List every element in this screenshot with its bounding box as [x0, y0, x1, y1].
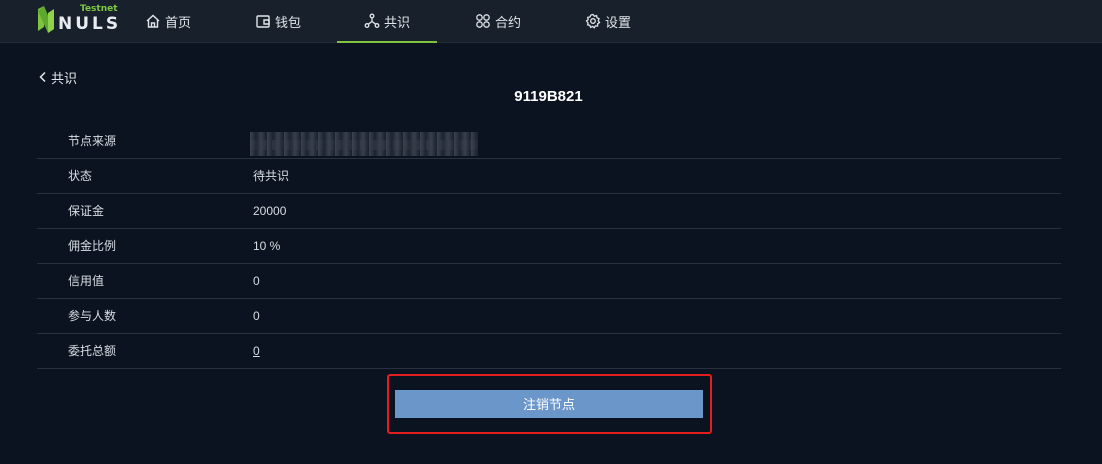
contract-icon	[476, 14, 490, 28]
nav-consensus-label: 共识	[383, 15, 410, 31]
nav-contract-label: 合约	[494, 15, 521, 31]
nav-home[interactable]: 首页	[138, 0, 198, 42]
info-label: 信用值	[68, 274, 105, 288]
info-label: 佣金比例	[68, 239, 117, 253]
node-title: 9119B821	[514, 88, 583, 105]
info-label: 节点来源	[68, 134, 117, 148]
nav-consensus[interactable]: 共识	[337, 0, 437, 43]
info-label: 参与人数	[68, 309, 117, 323]
chevron-left-icon	[39, 71, 46, 83]
info-value: 20000	[253, 204, 287, 218]
back-link[interactable]: 共识	[38, 67, 77, 87]
nav-contract[interactable]: 合约	[468, 0, 528, 42]
info-row-credit: 信用值 0	[37, 264, 1061, 299]
info-value: 0	[253, 274, 260, 288]
nav-wallet[interactable]: 钱包	[247, 0, 309, 42]
info-value: 待共识	[253, 169, 290, 183]
settings-icon	[585, 13, 601, 29]
home-icon	[146, 14, 160, 28]
back-link-label: 共识	[51, 71, 78, 87]
wallet-icon	[256, 15, 270, 28]
nav-wallet-label: 钱包	[274, 15, 301, 31]
unregister-node-button[interactable]: 注销节点	[395, 390, 703, 418]
top-navbar: NULS Testnet 首页 钱包 共识 合约 设置	[0, 0, 1102, 43]
info-row-deposit: 保证金 20000	[37, 194, 1061, 229]
info-row-source: 节点来源	[37, 124, 1061, 159]
nuls-logo[interactable]: NULS Testnet	[36, 4, 118, 37]
info-row-status: 状态 待共识	[37, 159, 1061, 194]
info-label: 委托总额	[68, 344, 117, 358]
total-delegation-link[interactable]: 0	[253, 334, 260, 368]
info-value: 10 %	[253, 239, 281, 253]
nav-home-label: 首页	[164, 15, 191, 31]
info-row-commission: 佣金比例 10 %	[37, 229, 1061, 264]
testnet-badge: Testnet	[80, 4, 118, 14]
nav-settings-label: 设置	[604, 15, 631, 31]
node-info-table: 节点来源 状态 待共识 保证金 20000 佣金比例 10 % 信用值 0 参与…	[37, 124, 1061, 369]
nav-settings[interactable]: 设置	[578, 0, 638, 42]
info-label: 保证金	[68, 204, 105, 218]
info-row-total-delegation: 委托总额 0	[37, 334, 1061, 369]
nuls-logo-mark-icon	[38, 6, 54, 33]
info-label: 状态	[68, 169, 93, 183]
redacted-address	[250, 132, 478, 156]
info-value: 0	[253, 309, 260, 323]
consensus-icon	[364, 13, 380, 28]
info-row-participants: 参与人数 0	[37, 299, 1061, 334]
logo-text: NULS	[58, 14, 122, 34]
